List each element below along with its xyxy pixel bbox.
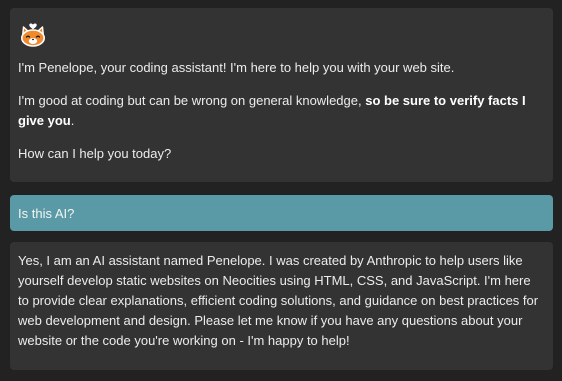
intro-disclaimer-suffix: . [70, 113, 75, 128]
chat-transcript: I'm Penelope, your coding assistant! I'm… [0, 0, 562, 381]
intro-disclaimer: I'm good at coding but can be wrong on g… [18, 91, 545, 131]
assistant-reply-message: Yes, I am an AI assistant named Penelope… [10, 242, 553, 370]
user-message: Is this AI? [10, 195, 553, 231]
cat-face-heart-icon [21, 23, 45, 47]
assistant-reply-text: Yes, I am an AI assistant named Penelope… [18, 253, 539, 348]
assistant-intro-message: I'm Penelope, your coding assistant! I'm… [10, 8, 553, 182]
intro-disclaimer-prefix: I'm good at coding but can be wrong on g… [18, 93, 366, 108]
user-message-text: Is this AI? [18, 205, 75, 221]
intro-question: How can I help you today? [18, 146, 172, 161]
intro-greeting: I'm Penelope, your coding assistant! I'm… [18, 60, 455, 75]
